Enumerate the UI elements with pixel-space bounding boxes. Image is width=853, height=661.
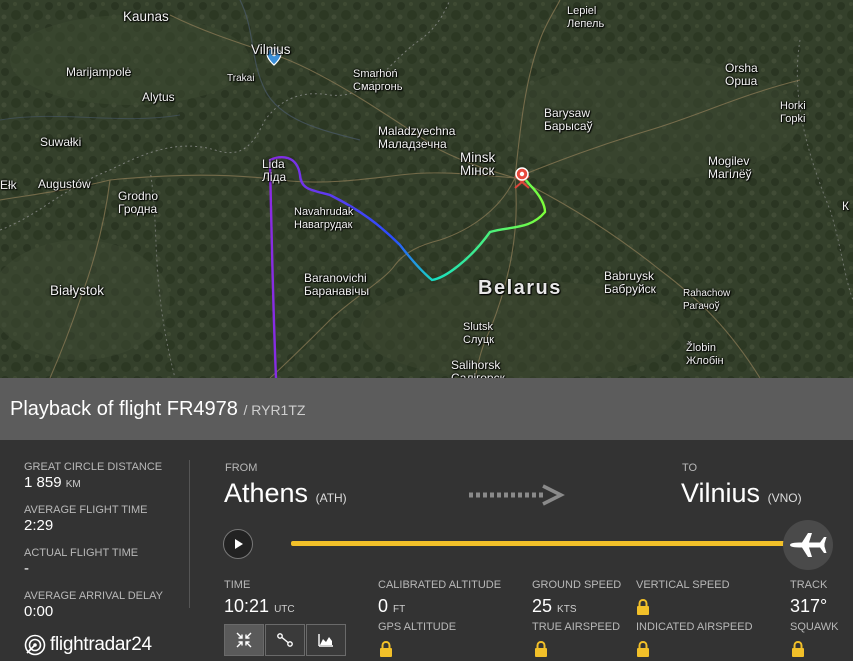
lock-icon[interactable] xyxy=(379,641,393,657)
map-label-smarhon: Smarhoń Смаргонь xyxy=(353,68,403,93)
track-label: TRACK xyxy=(790,579,828,591)
lock-icon[interactable] xyxy=(534,641,548,657)
squawk-label: SQUAWK xyxy=(790,621,839,633)
map-label-zlobin: Žlobin Жлобін xyxy=(686,342,724,367)
map-label-elk: Ełk xyxy=(0,178,17,192)
callsign: / RYR1TZ xyxy=(243,402,306,418)
destination-airport[interactable]: Vilnius (VNO) xyxy=(681,478,802,509)
collapse-arrows-icon xyxy=(236,632,252,648)
average-arrival-delay-value: 0:00 xyxy=(24,603,54,620)
indicated-airspeed-label: INDICATED AIRSPEED xyxy=(636,621,753,633)
view-button-graph[interactable] xyxy=(306,624,346,656)
great-circle-distance-unit: KM xyxy=(65,479,81,490)
origin-code: (ATH) xyxy=(315,491,347,505)
map-label-lepiel: Lepiel Лепель xyxy=(567,5,605,30)
actual-flight-time-label: ACTUAL FLIGHT TIME xyxy=(24,547,139,559)
map-label-grodno: Grodno Гродна xyxy=(118,189,159,216)
ground-speed-value: 25 KTS xyxy=(532,596,577,617)
origin-airport[interactable]: Athens (ATH) xyxy=(224,478,347,509)
actual-flight-time-value: - xyxy=(24,560,29,577)
map-label-vilnius: Vilnius xyxy=(251,42,291,57)
average-flight-time-value: 2:29 xyxy=(24,517,54,534)
map-label-babruysk: Babruysk Бабруйск xyxy=(604,269,656,296)
map-label-alytus: Alytus xyxy=(142,90,175,104)
from-label: FROM xyxy=(225,462,258,474)
flight-title-bar: Playback of flight FR4978 / RYR1TZ xyxy=(0,378,853,440)
map-label-kaunas: Kaunas xyxy=(123,9,169,24)
flight-map[interactable]: Kaunas Vilnius Trakai Marijampolė Alytus… xyxy=(0,0,853,378)
vertical-speed-label: VERTICAL SPEED xyxy=(636,579,730,591)
map-label-barysaw: Barysaw Барысаў xyxy=(544,106,593,133)
play-button[interactable] xyxy=(223,529,253,559)
time-number: 10:21 xyxy=(224,596,270,616)
map-label-slutsk: Slutsk Слуцк xyxy=(463,321,494,346)
origin-city: Athens xyxy=(224,478,309,508)
flightradar24-logo[interactable]: flightradar24 xyxy=(24,634,152,656)
flight-title: Playback of flight FR4978 xyxy=(10,398,238,420)
playback-handle[interactable] xyxy=(783,520,833,570)
lock-icon[interactable] xyxy=(636,641,650,657)
map-label-minsk: Minsk Мінск xyxy=(460,150,496,178)
airplane-icon xyxy=(790,533,827,557)
calibrated-altitude-value: 0 FT xyxy=(378,596,405,617)
great-circle-distance-label: GREAT CIRCLE DISTANCE xyxy=(24,461,163,473)
map-label-edge: К xyxy=(842,199,849,213)
view-mode-buttons xyxy=(224,624,347,656)
map-label-salihorsk: Salihorsk Салігорск xyxy=(451,358,505,379)
map-label-suwalki: Suwałki xyxy=(40,135,82,149)
time-value: 10:21 UTC xyxy=(224,596,295,617)
calibrated-altitude-label: CALIBRATED ALTITUDE xyxy=(378,579,502,591)
flight-info-panel: GREAT CIRCLE DISTANCE 1 859 KM AVERAGE F… xyxy=(0,440,853,661)
ground-speed-unit: KTS xyxy=(557,604,577,615)
route-arrow-icon xyxy=(469,484,565,506)
map-label-navahrudak: Navahrudak Навагрудак xyxy=(294,206,354,231)
map-label-mogilev: Mogilev Магілёў xyxy=(708,154,752,181)
ground-speed-number: 25 xyxy=(532,596,553,616)
map-label-orsha: Orsha Орша xyxy=(725,61,758,88)
map-label-bialystok: Białystok xyxy=(50,283,105,298)
logo-text: flightradar24 xyxy=(50,634,152,655)
true-airspeed-label: TRUE AIRSPEED xyxy=(532,621,621,633)
page-title: Playback of flight FR4978 / RYR1TZ xyxy=(10,398,305,421)
view-button-route[interactable] xyxy=(265,624,305,656)
route-icon xyxy=(277,633,293,647)
calibrated-altitude-number: 0 xyxy=(378,596,389,616)
destination-code: (VNO) xyxy=(767,491,802,505)
play-icon xyxy=(235,539,243,549)
track-value: 317° xyxy=(790,596,828,616)
destination-city: Vilnius xyxy=(681,478,761,508)
great-circle-distance-number: 1 859 xyxy=(24,474,62,491)
map-label-marijampole: Marijampolė xyxy=(66,65,132,79)
radar-icon xyxy=(24,634,46,656)
lock-icon[interactable] xyxy=(636,599,650,615)
calibrated-altitude-unit: FT xyxy=(393,604,406,615)
playback-slider[interactable] xyxy=(291,541,804,546)
map-label-rahachow: Rahachow Рагачоў xyxy=(683,288,731,312)
ground-speed-label: GROUND SPEED xyxy=(532,579,622,591)
map-label-baranovichi: Baranovichi Баранавічы xyxy=(304,271,370,298)
to-label: TO xyxy=(682,462,698,474)
average-arrival-delay-label: AVERAGE ARRIVAL DELAY xyxy=(24,590,163,602)
lock-icon[interactable] xyxy=(791,641,805,657)
map-label-lida: Lida Ліда xyxy=(262,157,287,184)
map-label-trakai: Trakai xyxy=(227,73,255,84)
map-label-augustow: Augustów xyxy=(38,177,91,191)
map-label-horki: Horki Горki xyxy=(780,100,806,125)
map-label-maladzyechna: Maladzyechna Маладзечна xyxy=(378,124,456,151)
chart-icon xyxy=(318,634,333,647)
gps-altitude-label: GPS ALTITUDE xyxy=(378,621,457,633)
great-circle-distance-value: 1 859 KM xyxy=(24,474,81,491)
view-button-reset[interactable] xyxy=(224,624,264,656)
panel-divider xyxy=(189,460,190,608)
time-unit: UTC xyxy=(274,604,295,615)
time-label: TIME xyxy=(224,579,251,591)
map-label-belarus: Belarus xyxy=(478,277,562,299)
average-flight-time-label: AVERAGE FLIGHT TIME xyxy=(24,504,148,516)
